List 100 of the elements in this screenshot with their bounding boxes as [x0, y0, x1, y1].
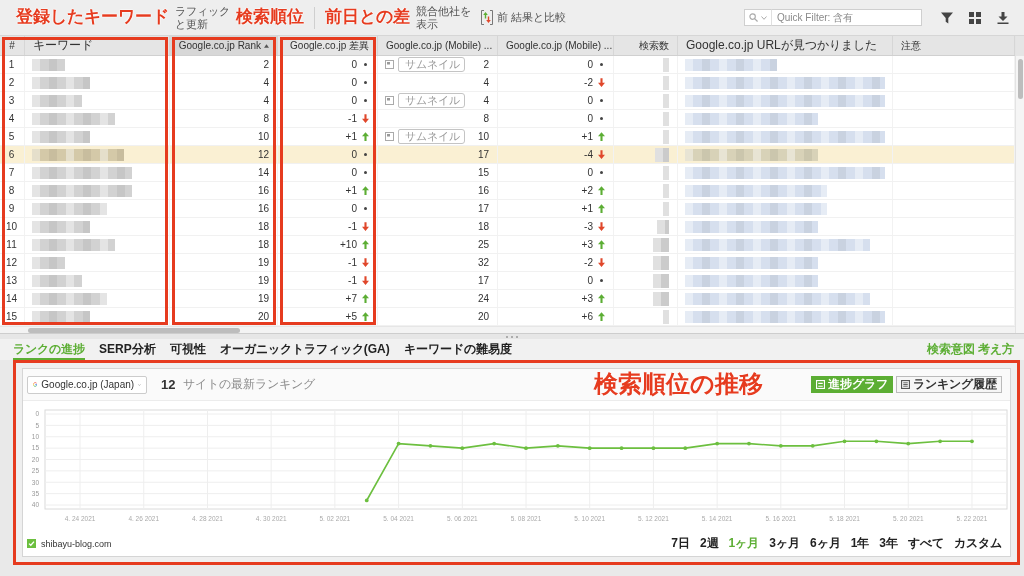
- row-number: 3: [8, 95, 15, 106]
- table-row[interactable]: 7 14 0 15 0: [0, 164, 1015, 182]
- change-value: +10: [340, 239, 357, 250]
- period-button[interactable]: 2週: [699, 535, 719, 552]
- period-button[interactable]: 3ヶ月: [769, 535, 800, 552]
- table-row[interactable]: 4 8 -1 8 0: [0, 110, 1015, 128]
- feature-tag: サムネイル: [398, 57, 465, 72]
- grip-icon[interactable]: [506, 335, 518, 338]
- change-value: -3: [584, 221, 593, 232]
- rank-value: 2: [483, 59, 489, 70]
- change-value: +1: [581, 131, 593, 142]
- column-header[interactable]: 検索数: [639, 38, 669, 53]
- data-point: [651, 446, 656, 451]
- grid-icon[interactable]: [969, 11, 981, 24]
- column-header[interactable]: Google.co.jp (Mobile) ...: [386, 40, 493, 51]
- period-button[interactable]: 1年: [850, 535, 870, 552]
- tab[interactable]: 可視性: [169, 339, 206, 360]
- table-row[interactable]: 11 18 +10 25 +3: [0, 236, 1015, 254]
- filter-icon[interactable]: [941, 11, 953, 24]
- column-header[interactable]: Google.co.jp (Mobile) ...: [506, 40, 613, 51]
- table-row[interactable]: 14 19 +7 24 +3: [0, 290, 1015, 308]
- annotation-label: 前日との差: [325, 8, 410, 27]
- rank-value: 16: [477, 185, 489, 196]
- change-value: -1: [348, 257, 357, 268]
- toolbar-button[interactable]: 競合他社を 表示: [416, 5, 471, 30]
- rank-value: 8: [483, 113, 489, 124]
- data-point: [874, 439, 879, 444]
- rank-value: 18: [477, 221, 489, 232]
- change-value: +3: [581, 293, 593, 304]
- change-value: -1: [348, 221, 357, 232]
- change-value: -1: [348, 113, 357, 124]
- tab[interactable]: SERP分析: [99, 339, 156, 360]
- table-row[interactable]: 1 2 0 サムネイル 2 0: [0, 56, 1015, 74]
- search-options-button[interactable]: [744, 9, 772, 26]
- change-value: 0: [351, 203, 357, 214]
- annotation-label: 検索順位: [236, 8, 304, 27]
- change-value: 0: [351, 167, 357, 178]
- quick-filter-field[interactable]: Quick Filter: 含有: [772, 9, 922, 26]
- legend-label: shibayu-blog.com: [41, 538, 112, 549]
- annotation-label: 登録したキーワード: [16, 8, 169, 27]
- change-value: 0: [587, 113, 593, 124]
- row-number: 9: [8, 203, 15, 214]
- toolbar-button[interactable]: ラフィック と更新: [175, 5, 230, 30]
- tab[interactable]: オーガニックトラフィック(GA): [219, 339, 390, 360]
- rank-value: 4: [263, 95, 269, 106]
- table-row[interactable]: 12 19 -1 32 -2: [0, 254, 1015, 272]
- table-row[interactable]: 13 19 -1 17 0: [0, 272, 1015, 290]
- search-icon: [749, 13, 758, 22]
- rank-value: 8: [263, 113, 269, 124]
- period-button[interactable]: すべて: [908, 535, 944, 552]
- table-row[interactable]: 9 16 0 17 +1: [0, 200, 1015, 218]
- column-header[interactable]: #: [9, 40, 15, 51]
- row-number: 1: [8, 59, 15, 70]
- change-value: 0: [351, 77, 357, 88]
- table-row[interactable]: 3 4 0 サムネイル 4 0: [0, 92, 1015, 110]
- table-row[interactable]: 8 16 +1 16 +2: [0, 182, 1015, 200]
- row-number: 14: [5, 293, 18, 304]
- change-value: 0: [351, 95, 357, 106]
- change-value: -1: [348, 275, 357, 286]
- change-value: +3: [581, 239, 593, 250]
- column-header[interactable]: Google.co.jp URLが見つかりました: [686, 37, 877, 54]
- table-row[interactable]: 2 4 0 4 -2: [0, 74, 1015, 92]
- caret-icon: [761, 15, 767, 20]
- column-header[interactable]: 注意: [901, 38, 921, 53]
- tab[interactable]: キーワードの難易度: [403, 339, 512, 360]
- row-number: 8: [8, 185, 15, 196]
- change-value: +1: [581, 203, 593, 214]
- rank-value: 12: [257, 149, 269, 160]
- row-number: 11: [6, 239, 17, 250]
- chart-icon: [816, 380, 825, 389]
- compare-icon: [481, 10, 493, 25]
- latest-rank: 12: [161, 377, 176, 392]
- list-icon: [901, 380, 910, 389]
- table-row[interactable]: 6 12 0 17 -4: [0, 146, 1015, 164]
- rank-value: 19: [257, 257, 269, 268]
- checkbox[interactable]: [27, 539, 36, 548]
- latest-rank-label: サイトの最新ランキング: [183, 376, 316, 393]
- period-button[interactable]: 6ヶ月: [809, 535, 841, 552]
- table-row[interactable]: 15 20 +5 20 +6: [0, 308, 1015, 326]
- change-value: 0: [351, 149, 357, 160]
- download-icon[interactable]: [997, 11, 1009, 24]
- column-header[interactable]: Google.co.jp 差異: [290, 38, 369, 53]
- rank-value: 4: [483, 77, 489, 88]
- table-row[interactable]: 10 18 -1 18 -3: [0, 218, 1015, 236]
- table-row[interactable]: 5 10 +1 サムネイル 10 +1: [0, 128, 1015, 146]
- compare-button[interactable]: 前 結果と比較: [481, 10, 567, 25]
- data-point: [715, 441, 720, 446]
- view-toggle-button[interactable]: ランキング履歴: [896, 376, 1002, 393]
- change-value: -2: [584, 77, 593, 88]
- scrollbar-thumb[interactable]: [28, 327, 240, 333]
- data-point: [428, 443, 433, 448]
- rank-value: 19: [257, 293, 269, 304]
- change-value: +1: [345, 131, 357, 142]
- engine-dropdown[interactable]: Google.co.jp (Japan): [27, 375, 147, 394]
- column-header[interactable]: キーワード: [33, 37, 93, 54]
- rank-value: 2: [263, 59, 269, 70]
- period-button[interactable]: カスタム: [954, 535, 1002, 552]
- scrollbar-thumb[interactable]: [1017, 59, 1023, 99]
- period-button[interactable]: 7日: [671, 535, 690, 552]
- period-button[interactable]: 3年: [879, 535, 898, 552]
